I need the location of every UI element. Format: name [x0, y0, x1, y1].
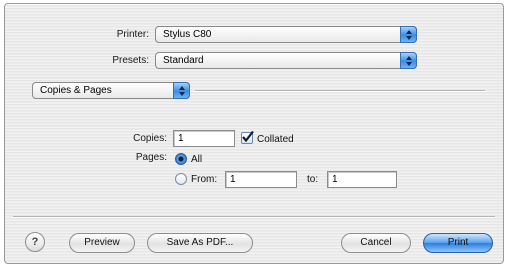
print-button[interactable]: Print [423, 233, 493, 253]
pages-from-label: From: [191, 174, 218, 185]
pages-to-label: to: [307, 174, 319, 185]
section-popup-value: Copies & Pages [40, 85, 112, 96]
cancel-button[interactable]: Cancel [341, 233, 411, 253]
pages-from-field[interactable]: 1 [225, 171, 297, 188]
presets-label: Presets: [112, 55, 149, 66]
save-as-pdf-button[interactable]: Save As PDF... [147, 233, 253, 253]
printer-label: Printer: [116, 29, 149, 40]
popup-arrows-icon [400, 26, 417, 43]
presets-popup[interactable]: Standard [155, 52, 417, 69]
printer-popup-value: Stylus C80 [163, 29, 212, 40]
copies-field[interactable]: 1 [173, 130, 235, 147]
pages-label: Pages: [135, 152, 167, 163]
section-popup[interactable]: Copies & Pages [32, 82, 190, 99]
pages-from-radio[interactable] [175, 173, 187, 185]
preview-button[interactable]: Preview [69, 233, 135, 253]
footer-separator [13, 216, 495, 218]
pages-all-radio[interactable] [175, 153, 187, 165]
help-button[interactable]: ? [25, 232, 45, 252]
pages-to-field[interactable]: 1 [327, 171, 397, 188]
question-mark-icon: ? [31, 236, 39, 248]
popup-arrows-icon [173, 82, 190, 99]
presets-popup-value: Standard [163, 55, 204, 66]
printer-popup[interactable]: Stylus C80 [155, 26, 417, 43]
collated-label: Collated [257, 134, 294, 145]
pages-all-label: All [191, 154, 203, 165]
popup-arrows-icon [400, 52, 417, 69]
copies-label: Copies: [133, 133, 167, 144]
section-separator [195, 90, 485, 92]
collated-checkbox[interactable] [241, 130, 254, 144]
checkmark-icon [242, 130, 254, 143]
print-dialog: Printer: Stylus C80 Presets: Standard Co… [4, 3, 504, 264]
